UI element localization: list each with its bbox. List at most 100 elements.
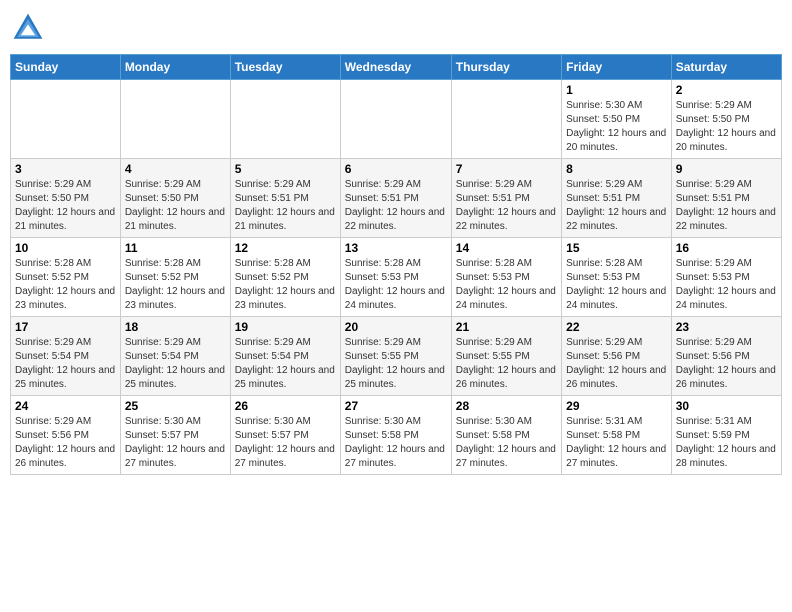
calendar-cell (451, 80, 561, 159)
day-number: 14 (456, 241, 557, 255)
calendar-week-2: 3 Sunrise: 5:29 AM Sunset: 5:50 PM Daylig… (11, 159, 782, 238)
day-number: 24 (15, 399, 116, 413)
day-number: 18 (125, 320, 226, 334)
calendar-cell: 18 Sunrise: 5:29 AM Sunset: 5:54 PM Dayli… (120, 317, 230, 396)
day-number: 30 (676, 399, 777, 413)
calendar-cell: 24 Sunrise: 5:29 AM Sunset: 5:56 PM Dayli… (11, 396, 121, 475)
day-info: Sunrise: 5:30 AM Sunset: 5:50 PM Dayligh… (566, 99, 667, 155)
calendar-cell: 20 Sunrise: 5:29 AM Sunset: 5:55 PM Dayli… (340, 317, 451, 396)
calendar-cell: 21 Sunrise: 5:29 AM Sunset: 5:55 PM Dayli… (451, 317, 561, 396)
day-info: Sunrise: 5:29 AM Sunset: 5:53 PM Dayligh… (676, 257, 777, 313)
calendar-cell: 14 Sunrise: 5:28 AM Sunset: 5:53 PM Dayli… (451, 238, 561, 317)
day-number: 13 (345, 241, 447, 255)
day-number: 23 (676, 320, 777, 334)
day-number: 20 (345, 320, 447, 334)
calendar-cell: 30 Sunrise: 5:31 AM Sunset: 5:59 PM Dayli… (671, 396, 781, 475)
day-number: 22 (566, 320, 667, 334)
calendar-cell: 27 Sunrise: 5:30 AM Sunset: 5:58 PM Dayli… (340, 396, 451, 475)
day-number: 15 (566, 241, 667, 255)
calendar-cell: 10 Sunrise: 5:28 AM Sunset: 5:52 PM Dayli… (11, 238, 121, 317)
day-info: Sunrise: 5:31 AM Sunset: 5:59 PM Dayligh… (676, 415, 777, 471)
calendar-cell: 13 Sunrise: 5:28 AM Sunset: 5:53 PM Dayli… (340, 238, 451, 317)
calendar-cell: 6 Sunrise: 5:29 AM Sunset: 5:51 PM Daylig… (340, 159, 451, 238)
calendar-cell: 5 Sunrise: 5:29 AM Sunset: 5:51 PM Daylig… (230, 159, 340, 238)
day-number: 29 (566, 399, 667, 413)
day-number: 17 (15, 320, 116, 334)
calendar-cell: 16 Sunrise: 5:29 AM Sunset: 5:53 PM Dayli… (671, 238, 781, 317)
day-number: 10 (15, 241, 116, 255)
calendar-week-3: 10 Sunrise: 5:28 AM Sunset: 5:52 PM Dayli… (11, 238, 782, 317)
day-info: Sunrise: 5:28 AM Sunset: 5:52 PM Dayligh… (235, 257, 336, 313)
calendar-cell: 28 Sunrise: 5:30 AM Sunset: 5:58 PM Dayli… (451, 396, 561, 475)
day-info: Sunrise: 5:29 AM Sunset: 5:55 PM Dayligh… (456, 336, 557, 392)
day-number: 25 (125, 399, 226, 413)
calendar-table: SundayMondayTuesdayWednesdayThursdayFrid… (10, 54, 782, 475)
day-number: 1 (566, 83, 667, 97)
logo-icon (10, 10, 46, 46)
day-info: Sunrise: 5:29 AM Sunset: 5:51 PM Dayligh… (456, 178, 557, 234)
day-info: Sunrise: 5:28 AM Sunset: 5:53 PM Dayligh… (566, 257, 667, 313)
calendar-cell: 11 Sunrise: 5:28 AM Sunset: 5:52 PM Dayli… (120, 238, 230, 317)
day-header-monday: Monday (120, 55, 230, 80)
calendar-cell (120, 80, 230, 159)
day-number: 19 (235, 320, 336, 334)
day-info: Sunrise: 5:29 AM Sunset: 5:51 PM Dayligh… (235, 178, 336, 234)
calendar-cell (340, 80, 451, 159)
calendar-cell: 23Sunrise: 5:29 AM Sunset: 5:56 PM Dayli… (671, 317, 781, 396)
day-info: Sunrise: 5:30 AM Sunset: 5:58 PM Dayligh… (345, 415, 447, 471)
day-number: 12 (235, 241, 336, 255)
day-info: Sunrise: 5:29 AM Sunset: 5:54 PM Dayligh… (125, 336, 226, 392)
calendar-week-5: 24 Sunrise: 5:29 AM Sunset: 5:56 PM Dayli… (11, 396, 782, 475)
day-number: 4 (125, 162, 226, 176)
day-info: Sunrise: 5:28 AM Sunset: 5:52 PM Dayligh… (15, 257, 116, 313)
calendar-cell: 25Sunrise: 5:30 AM Sunset: 5:57 PM Dayli… (120, 396, 230, 475)
calendar-cell (11, 80, 121, 159)
calendar-cell: 26 Sunrise: 5:30 AM Sunset: 5:57 PM Dayli… (230, 396, 340, 475)
day-info: Sunrise: 5:29 AM Sunset: 5:50 PM Dayligh… (676, 99, 777, 155)
day-number: 16 (676, 241, 777, 255)
day-number: 5 (235, 162, 336, 176)
day-number: 11 (125, 241, 226, 255)
calendar-cell: 29Sunrise: 5:31 AM Sunset: 5:58 PM Dayli… (562, 396, 672, 475)
day-info: Sunrise: 5:28 AM Sunset: 5:53 PM Dayligh… (456, 257, 557, 313)
calendar-cell: 2 Sunrise: 5:29 AM Sunset: 5:50 PM Daylig… (671, 80, 781, 159)
day-info: Sunrise: 5:29 AM Sunset: 5:55 PM Dayligh… (345, 336, 447, 392)
day-info: Sunrise: 5:29 AM Sunset: 5:54 PM Dayligh… (235, 336, 336, 392)
calendar-cell (230, 80, 340, 159)
day-number: 26 (235, 399, 336, 413)
logo (10, 10, 50, 46)
day-info: Sunrise: 5:30 AM Sunset: 5:57 PM Dayligh… (235, 415, 336, 471)
day-info: Sunrise: 5:28 AM Sunset: 5:52 PM Dayligh… (125, 257, 226, 313)
day-number: 3 (15, 162, 116, 176)
calendar-week-1: 1 Sunrise: 5:30 AM Sunset: 5:50 PM Daylig… (11, 80, 782, 159)
day-header-saturday: Saturday (671, 55, 781, 80)
day-info: Sunrise: 5:29 AM Sunset: 5:51 PM Dayligh… (345, 178, 447, 234)
calendar-cell: 9Sunrise: 5:29 AM Sunset: 5:51 PM Daylig… (671, 159, 781, 238)
day-number: 8 (566, 162, 667, 176)
day-info: Sunrise: 5:28 AM Sunset: 5:53 PM Dayligh… (345, 257, 447, 313)
day-info: Sunrise: 5:29 AM Sunset: 5:50 PM Dayligh… (125, 178, 226, 234)
calendar-cell: 3 Sunrise: 5:29 AM Sunset: 5:50 PM Daylig… (11, 159, 121, 238)
day-number: 28 (456, 399, 557, 413)
day-info: Sunrise: 5:30 AM Sunset: 5:58 PM Dayligh… (456, 415, 557, 471)
day-number: 6 (345, 162, 447, 176)
calendar-cell: 1 Sunrise: 5:30 AM Sunset: 5:50 PM Daylig… (562, 80, 672, 159)
calendar-cell: 22 Sunrise: 5:29 AM Sunset: 5:56 PM Dayli… (562, 317, 672, 396)
calendar-cell: 19 Sunrise: 5:29 AM Sunset: 5:54 PM Dayli… (230, 317, 340, 396)
day-header-wednesday: Wednesday (340, 55, 451, 80)
day-number: 21 (456, 320, 557, 334)
day-info: Sunrise: 5:29 AM Sunset: 5:50 PM Dayligh… (15, 178, 116, 234)
calendar-cell: 17 Sunrise: 5:29 AM Sunset: 5:54 PM Dayli… (11, 317, 121, 396)
calendar-cell: 8Sunrise: 5:29 AM Sunset: 5:51 PM Daylig… (562, 159, 672, 238)
day-info: Sunrise: 5:29 AM Sunset: 5:54 PM Dayligh… (15, 336, 116, 392)
calendar-cell: 4 Sunrise: 5:29 AM Sunset: 5:50 PM Daylig… (120, 159, 230, 238)
day-info: Sunrise: 5:29 AM Sunset: 5:56 PM Dayligh… (566, 336, 667, 392)
day-number: 2 (676, 83, 777, 97)
day-header-friday: Friday (562, 55, 672, 80)
day-header-tuesday: Tuesday (230, 55, 340, 80)
day-header-thursday: Thursday (451, 55, 561, 80)
day-number: 27 (345, 399, 447, 413)
calendar-cell: 7Sunrise: 5:29 AM Sunset: 5:51 PM Daylig… (451, 159, 561, 238)
day-number: 9 (676, 162, 777, 176)
day-info: Sunrise: 5:29 AM Sunset: 5:56 PM Dayligh… (15, 415, 116, 471)
